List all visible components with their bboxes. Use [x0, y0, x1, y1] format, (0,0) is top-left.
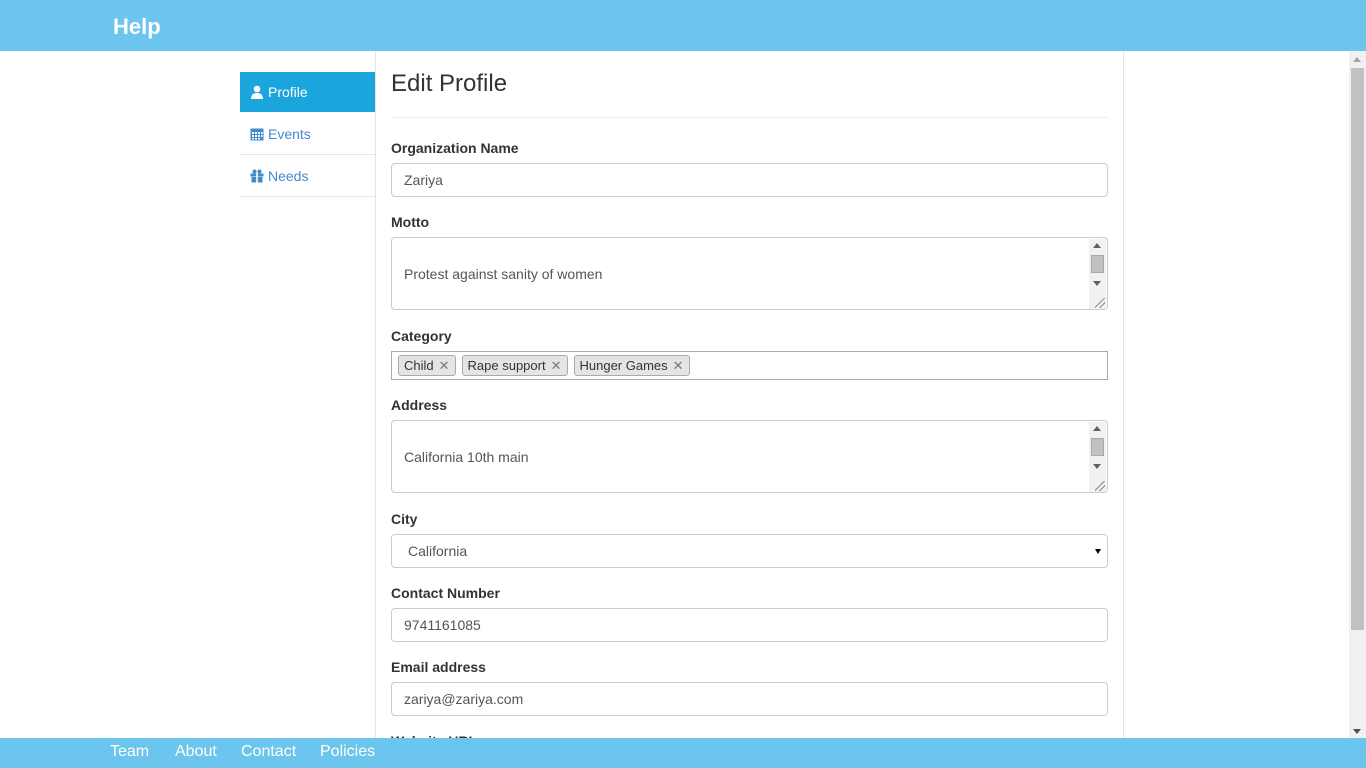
remove-tag-icon[interactable]: ✕	[551, 358, 562, 374]
footer-link-about[interactable]: About	[175, 743, 217, 761]
scroll-down-icon[interactable]	[1093, 464, 1101, 469]
category-tag-hunger-games: Hunger Games ✕	[573, 355, 690, 376]
motto-scrollbar[interactable]	[1089, 239, 1106, 309]
tag-label: Rape support	[467, 358, 546, 373]
motto-value: Protest against sanity of women	[404, 266, 603, 282]
top-navbar: Help	[0, 0, 1366, 51]
footer-link-team[interactable]: Team	[110, 743, 149, 761]
sidebar-item-events[interactable]: Events	[240, 113, 375, 155]
footer-bar: Team About Contact Policies	[0, 738, 1366, 768]
address-textarea[interactable]: California 10th main	[391, 420, 1108, 493]
category-label: Category	[391, 328, 452, 344]
footer-link-policies[interactable]: Policies	[320, 743, 375, 761]
city-selected-value: California	[408, 543, 468, 559]
scroll-thumb[interactable]	[1091, 255, 1104, 273]
page-scrollbar[interactable]	[1349, 51, 1366, 738]
motto-textarea[interactable]: Protest against sanity of women	[391, 237, 1108, 310]
address-value: California 10th main	[404, 449, 529, 465]
email-input[interactable]: zariya@zariya.com	[391, 682, 1108, 716]
email-label: Email address	[391, 659, 486, 675]
footer-link-contact[interactable]: Contact	[241, 743, 296, 761]
gift-icon	[250, 169, 264, 182]
title-divider	[391, 117, 1108, 118]
contact-number-input[interactable]: 9741161085	[391, 608, 1108, 642]
sidebar-nav: Profile Events Needs	[240, 72, 375, 197]
scroll-down-icon[interactable]	[1353, 729, 1361, 734]
organization-name-label: Organization Name	[391, 140, 519, 156]
address-label: Address	[391, 397, 448, 413]
contact-number-label: Contact Number	[391, 585, 500, 601]
sidebar-item-label: Profile	[268, 84, 308, 100]
resize-grip-icon[interactable]	[1095, 481, 1105, 491]
scroll-down-icon[interactable]	[1093, 281, 1101, 286]
sidebar-item-label: Events	[268, 125, 311, 142]
sidebar-item-profile[interactable]: Profile	[240, 72, 375, 113]
contact-number-value: 9741161085	[404, 617, 481, 633]
email-value: zariya@zariya.com	[404, 691, 524, 707]
scroll-up-icon[interactable]	[1093, 243, 1101, 248]
sidebar-item-label: Needs	[268, 167, 309, 184]
category-tag-rape-support: Rape support ✕	[461, 355, 568, 376]
calendar-icon	[250, 128, 264, 140]
page-title: Edit Profile	[391, 70, 508, 97]
resize-grip-icon[interactable]	[1095, 298, 1105, 308]
scroll-up-icon[interactable]	[1353, 57, 1361, 62]
scroll-up-icon[interactable]	[1093, 426, 1101, 431]
sidebar-item-needs[interactable]: Needs	[240, 155, 375, 197]
category-tag-child: Child ✕	[398, 355, 456, 376]
brand-logo[interactable]: Help	[113, 14, 161, 40]
organization-name-value: Zariya	[404, 172, 443, 188]
remove-tag-icon[interactable]: ✕	[439, 358, 450, 374]
tag-label: Hunger Games	[579, 358, 668, 373]
chevron-down-icon	[1095, 549, 1101, 554]
scroll-thumb[interactable]	[1351, 68, 1364, 630]
category-tag-input[interactable]: Child ✕ Rape support ✕ Hunger Games ✕	[391, 351, 1108, 380]
city-label: City	[391, 511, 418, 527]
city-select[interactable]: California	[391, 534, 1108, 568]
tag-label: Child	[404, 358, 434, 373]
organization-name-input[interactable]: Zariya	[391, 163, 1108, 197]
user-icon	[251, 85, 263, 99]
motto-label: Motto	[391, 214, 430, 230]
remove-tag-icon[interactable]: ✕	[673, 358, 684, 374]
scroll-thumb[interactable]	[1091, 438, 1104, 456]
content-panel	[375, 51, 1124, 751]
address-scrollbar[interactable]	[1089, 422, 1106, 492]
